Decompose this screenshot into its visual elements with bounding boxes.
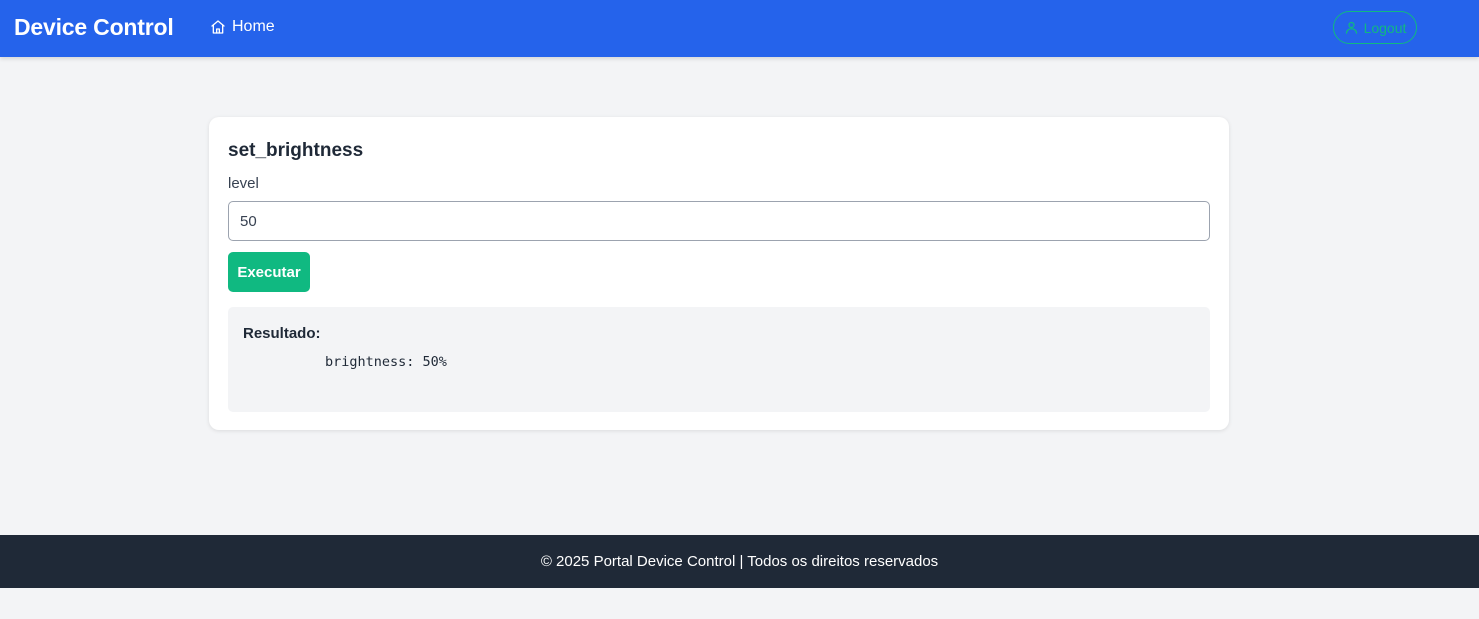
execute-button[interactable]: Executar: [228, 252, 310, 292]
command-card: set_brightness level Executar Resultado:…: [209, 117, 1229, 430]
top-navbar: Device Control Home Logout: [0, 0, 1479, 57]
result-panel: Resultado: brightness: 50%: [228, 307, 1210, 412]
nav-home-link[interactable]: Home: [210, 18, 275, 36]
page-footer: © 2025 Portal Device Control | Todos os …: [0, 535, 1479, 588]
result-output: brightness: 50%: [325, 354, 447, 370]
footer-text: © 2025 Portal Device Control | Todos os …: [540, 553, 939, 570]
logout-label: Logout: [1363, 19, 1407, 36]
nav-home-label: Home: [232, 18, 275, 35]
home-icon: [210, 19, 226, 35]
result-label: Resultado:: [243, 325, 321, 342]
brand-title[interactable]: Device Control: [14, 14, 174, 41]
level-field-label: level: [228, 175, 259, 192]
level-input[interactable]: [228, 201, 1210, 241]
logout-button[interactable]: Logout: [1333, 11, 1417, 44]
command-title: set_brightness: [228, 140, 364, 161]
user-icon: [1344, 20, 1359, 35]
